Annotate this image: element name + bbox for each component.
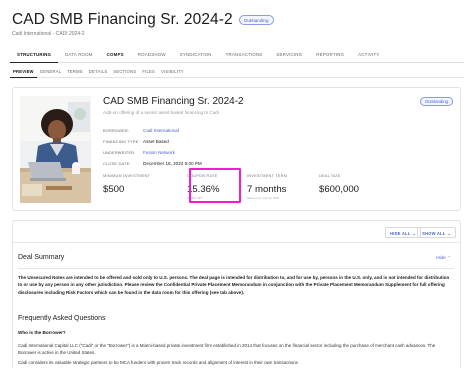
hide-all-label: Hide All	[390, 231, 411, 236]
deal-description: Add-on offering of a senior asset-based …	[103, 110, 219, 115]
detail-value: December 18, 2024 5:00 PM	[143, 161, 202, 166]
subtab-visibility[interactable]: Visibility	[158, 67, 187, 78]
metric-value: $500	[103, 184, 125, 195]
sections-panel: Hide All ⌄ Show All ⌄ Deal Summary Hide ⌃ T…	[12, 220, 461, 368]
metric-label: Minimum Investment	[103, 173, 151, 178]
subtab-details[interactable]: Details	[86, 67, 111, 78]
show-all-button[interactable]: Show All ⌄	[417, 227, 456, 238]
tab-activity[interactable]: Activity	[351, 46, 386, 63]
metric-deal-size: Deal Size $600,000	[319, 173, 359, 195]
deal-summary-title: Deal Summary	[18, 254, 65, 261]
hide-section-link[interactable]: Hide ⌃	[436, 255, 451, 260]
status-badge: Outstanding	[238, 15, 274, 25]
metric-minimum-investment: Minimum Investment $500	[103, 173, 150, 195]
faq-title: Frequently Asked Questions	[18, 315, 106, 322]
subtab-general[interactable]: General	[37, 67, 64, 78]
metric-label: Investment Term	[247, 173, 288, 178]
detail-row-close-date: Close Date: December 18, 2024 5:00 PM	[103, 161, 202, 166]
metric-subtext: Matures on: July 23, 2025	[247, 196, 280, 200]
woman-laptop-photo	[20, 96, 91, 203]
deal-title: CAD SMB Financing Sr. 2024-2	[103, 96, 244, 107]
faq-answer: Cadi International Capital LLC ("Cadi" o…	[18, 343, 436, 355]
show-all-label: Show All	[422, 231, 446, 236]
metric-label: Deal Size	[319, 173, 341, 178]
subtab-sections[interactable]: Sections	[110, 67, 139, 78]
tab-data-room[interactable]: Data Room	[58, 46, 100, 63]
tab-roadshow[interactable]: Roadshow	[131, 46, 173, 63]
chevron-down-icon: ⌄	[412, 231, 416, 236]
deal-status-badge: Outstanding	[419, 97, 453, 107]
tab-structuring[interactable]: Structuring	[10, 46, 59, 63]
page-header: CAD SMB Financing Sr. 2024-2 Outstanding	[12, 11, 274, 29]
page-title: CAD SMB Financing Sr. 2024-2	[12, 11, 233, 28]
section-divider	[18, 268, 454, 269]
main-tabs: Structuring Data Room Comps Roadshow Syn…	[10, 46, 464, 63]
sub-tabs: Preview General Terms Details Sections F…	[10, 67, 464, 78]
subtab-preview[interactable]: Preview	[10, 67, 37, 78]
coupon-rate-highlight	[189, 168, 241, 203]
detail-key: Financing Type:	[103, 139, 140, 144]
tab-syndication[interactable]: Syndication	[173, 46, 219, 63]
detail-row-financing-type: Financing Type: Asset Based	[103, 139, 169, 144]
detail-row-borrower: Borrower: Cadi International	[103, 128, 179, 133]
faq-answer-continued: Cadi considers its valuable strategic pa…	[18, 360, 298, 365]
tab-servicing[interactable]: Servicing	[269, 46, 309, 63]
chevron-up-icon: ⌃	[447, 255, 451, 260]
hide-label: Hide	[436, 255, 446, 260]
faq-question: Who is the Borrower?	[18, 330, 66, 335]
page-subtitle: Cadi International - CADI 2024-2	[12, 31, 85, 37]
detail-key: Close Date:	[103, 161, 131, 166]
metric-investment-term: Investment Term 7 months Matures on: Jul…	[247, 173, 287, 200]
tab-comps[interactable]: Comps	[100, 46, 131, 63]
underwriter-link[interactable]: Fusion Network	[143, 150, 175, 155]
disclaimer-text: The Unsecured Notes are intended to be o…	[18, 275, 450, 295]
borrower-link[interactable]: Cadi International	[143, 128, 179, 133]
detail-row-underwriter: Underwriter: Fusion Network	[103, 150, 175, 155]
detail-key: Underwriter:	[103, 150, 136, 155]
metric-value: $600,000	[319, 184, 360, 195]
tab-transactions[interactable]: Transactions	[219, 46, 270, 63]
subtab-files[interactable]: Files	[139, 67, 158, 78]
deal-card: CAD SMB Financing Sr. 2024-2 Add-on offe…	[12, 87, 461, 211]
metric-value: 7 months	[247, 184, 287, 195]
hide-all-button[interactable]: Hide All ⌄	[385, 227, 421, 238]
sections-toolbar: Hide All ⌄ Show All ⌄	[13, 221, 460, 243]
chevron-down-icon: ⌄	[447, 231, 451, 236]
subtab-terms[interactable]: Terms	[64, 67, 86, 78]
detail-key: Borrower:	[103, 128, 130, 133]
tab-reporting[interactable]: Reporting	[309, 46, 351, 63]
detail-value: Asset Based	[143, 139, 169, 144]
